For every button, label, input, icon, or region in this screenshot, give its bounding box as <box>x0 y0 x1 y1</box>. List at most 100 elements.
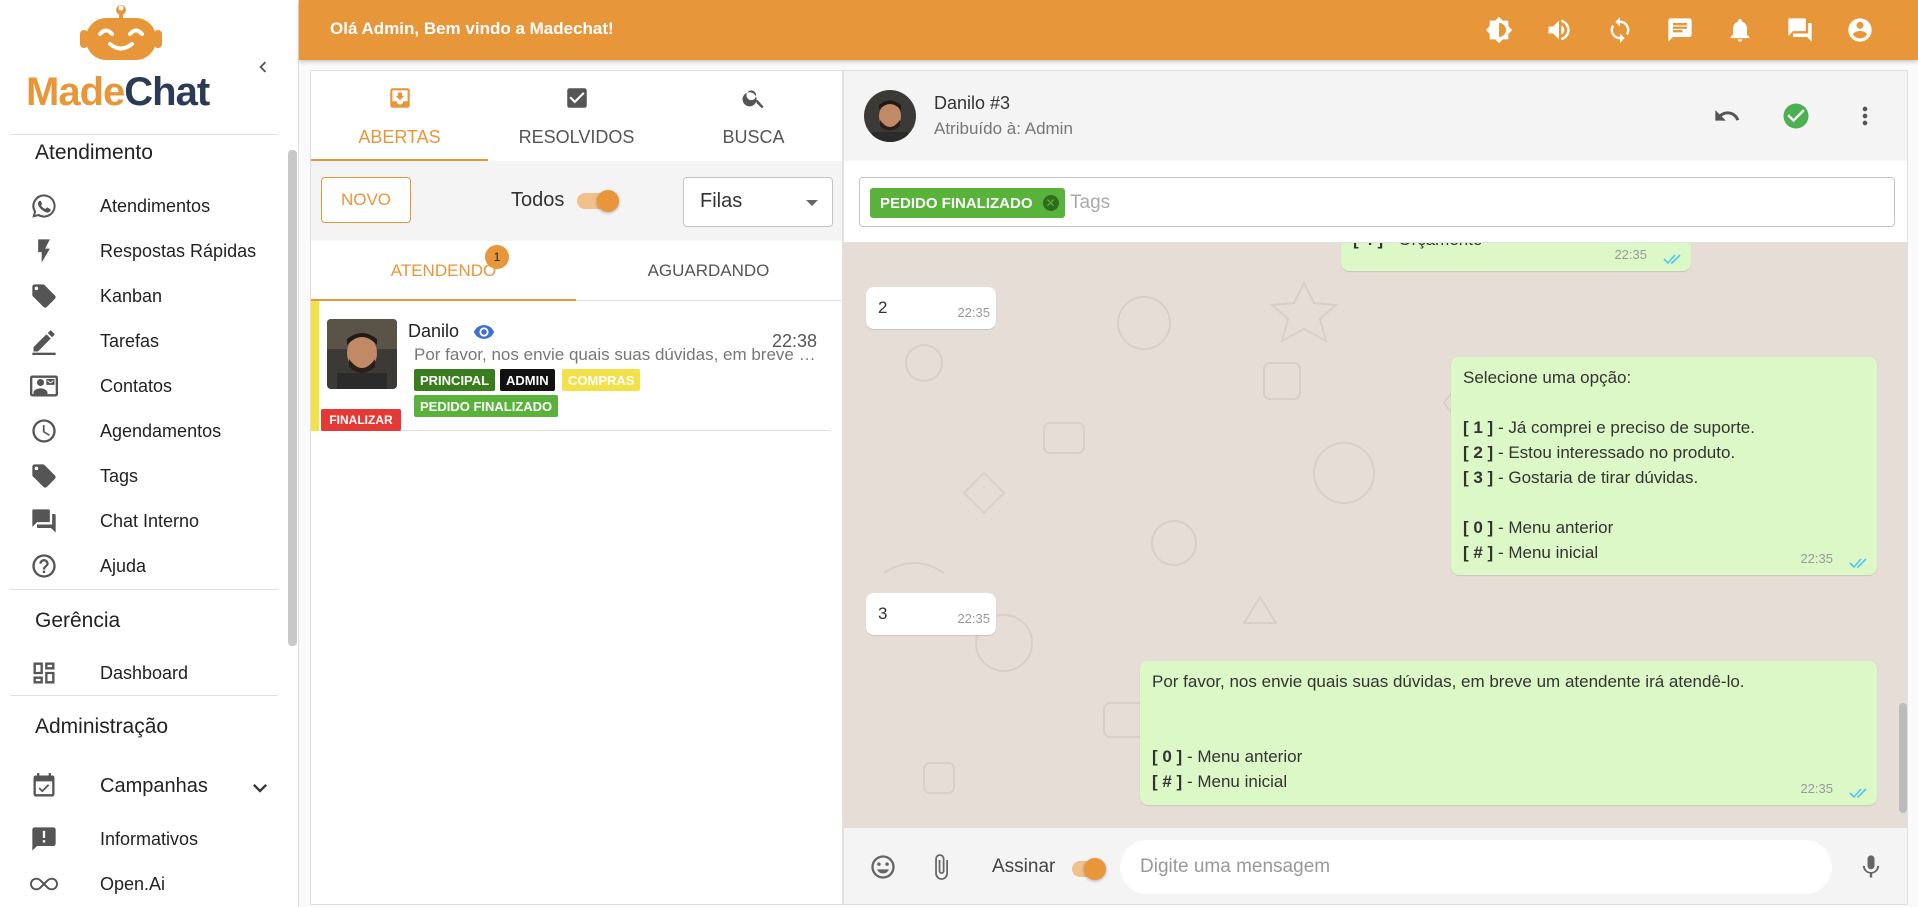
sidebar-item-openai[interactable]: Open.Ai <box>20 864 282 904</box>
sound-button[interactable] <box>1543 14 1575 46</box>
tags-input[interactable]: PEDIDO FINALIZADO ✕ Tags <box>859 177 1895 227</box>
brand-name: MadeChat <box>26 70 210 115</box>
sidebar-item-label: Respostas Rápidas <box>100 240 257 261</box>
message-outgoing: [ 4 ] - Orçamento 22:35 <box>1341 243 1691 271</box>
refresh-button[interactable] <box>1604 14 1636 46</box>
divider <box>10 134 278 135</box>
message-text <box>1463 490 1865 515</box>
brand-chat: Chat <box>124 70 210 114</box>
message-outgoing: Selecione uma opção: [ 1 ] - Já comprei … <box>1451 357 1877 575</box>
internal-chat-button[interactable] <box>1784 14 1816 46</box>
tickets-tabs: ABERTAS RESOLVIDOS BUSCA <box>311 71 842 161</box>
finalize-ticket-button[interactable]: FINALIZAR <box>321 409 401 431</box>
more-options-button[interactable] <box>1848 99 1882 133</box>
sidebar-item-label: Open.Ai <box>100 873 166 894</box>
more-vertical-icon <box>1862 106 1868 126</box>
message-input[interactable] <box>1120 840 1832 894</box>
resolve-ticket-button[interactable] <box>1779 99 1813 133</box>
sidebar-item-atendimentos[interactable]: Atendimentos <box>20 186 282 226</box>
sidebar-item-tags[interactable]: Tags <box>20 456 282 496</box>
sidebar-item-agendamentos[interactable]: Agendamentos <box>20 411 282 451</box>
sidebar-item-informativos[interactable]: Informativos <box>20 819 282 859</box>
emoji-icon <box>871 855 895 879</box>
message-text: Por favor, nos envie quais suas dúvidas,… <box>1152 672 1745 691</box>
microphone-icon <box>1862 855 1880 878</box>
chat-scrollbar[interactable] <box>1899 703 1907 813</box>
sidebar-item-label: Informativos <box>100 828 199 849</box>
double-check-icon <box>1849 558 1867 569</box>
notifications-button[interactable] <box>1724 14 1756 46</box>
eye-icon[interactable] <box>471 321 497 343</box>
sidebar-item-tarefas[interactable]: Tarefas <box>20 321 282 361</box>
tickets-panel: ABERTAS RESOLVIDOS BUSCA NOVO Todos Fila… <box>310 70 843 905</box>
record-audio-button[interactable] <box>1856 852 1886 882</box>
sidebar-item-chat-interno[interactable]: Chat Interno <box>20 501 282 541</box>
account-circle-icon <box>1848 18 1872 42</box>
tab-abertas[interactable]: ABERTAS <box>311 71 488 161</box>
sidebar-item-label: Chat Interno <box>100 510 200 531</box>
sidebar-item-kanban[interactable]: Kanban <box>20 276 282 316</box>
tab-atendendo[interactable]: ATENDENDO 1 <box>311 241 576 301</box>
new-ticket-button[interactable]: NOVO <box>321 177 411 223</box>
queue-select[interactable]: Filas <box>683 177 833 227</box>
tag-chip: ADMIN <box>500 369 555 391</box>
sidebar-item-label: Tags <box>100 465 139 486</box>
tab-aguardando[interactable]: AGUARDANDO <box>576 241 841 301</box>
dashboard-icon <box>24 653 64 693</box>
sidebar: MadeChat Atendimento Atendimentos Respos… <box>0 0 299 907</box>
sidebar-scrollbar[interactable] <box>288 150 297 646</box>
chevron-down-icon <box>253 784 267 793</box>
toggle-knob <box>597 190 619 212</box>
brightness-icon <box>1485 16 1513 44</box>
sidebar-item-label: Dashboard <box>100 662 189 683</box>
message-text: [ 0 ] - Menu anterior <box>1152 747 1303 766</box>
message-text: Selecione uma opção: <box>1463 368 1632 387</box>
message-list[interactable]: [ 4 ] - Orçamento 22:35 2 22:35 Selecion… <box>844 243 1907 828</box>
attach-button[interactable] <box>926 852 956 882</box>
tab-busca[interactable]: BUSCA <box>665 71 842 161</box>
option-marker: [ # ] <box>1152 772 1183 791</box>
chevron-left-icon <box>259 61 267 73</box>
emoji-button[interactable] <box>868 852 898 882</box>
theme-toggle-button[interactable] <box>1483 14 1515 46</box>
count-badge: 1 <box>485 245 509 269</box>
flash-icon <box>24 231 64 271</box>
tab-label: RESOLVIDOS <box>518 127 635 147</box>
sidebar-item-dashboard[interactable]: Dashboard <box>20 653 282 693</box>
queue-select-value: Filas <box>700 190 743 212</box>
sidebar-item-contatos[interactable]: Contatos <box>20 366 282 406</box>
account-button[interactable] <box>1844 14 1876 46</box>
section-title-atendimento: Atendimento <box>35 141 153 164</box>
ticket-item[interactable]: Danilo 22:38 Por favor, nos envie quais … <box>311 301 831 431</box>
remove-tag-icon[interactable]: ✕ <box>1042 195 1059 211</box>
sidebar-item-label: Agendamentos <box>100 420 222 441</box>
assigned-to: Atribuído à: Admin <box>934 119 1073 138</box>
dropdown-arrow-icon <box>806 200 818 206</box>
sidebar-item-respostas-rapidas[interactable]: Respostas Rápidas <box>20 231 282 271</box>
sidebar-item-label: Campanhas <box>100 774 208 797</box>
chat-icon <box>1668 18 1692 42</box>
option-marker: [ 3 ] <box>1463 468 1494 487</box>
chat-panel: Danilo #3 Atribuído à: Admin PEDIDO FINA… <box>843 70 1908 905</box>
message-composer: Assinar <box>844 828 1907 904</box>
volume-icon <box>1548 19 1570 41</box>
quick-messages-button[interactable] <box>1664 14 1696 46</box>
message-text: [ 3 ] - Gostaria de tirar dúvidas. <box>1463 468 1699 487</box>
message-text <box>1463 390 1865 415</box>
show-all-toggle[interactable] <box>577 190 619 212</box>
option-marker: [ 0 ] <box>1463 518 1494 537</box>
sign-message-toggle[interactable] <box>1072 858 1106 880</box>
tab-resolvidos[interactable]: RESOLVIDOS <box>488 71 665 161</box>
check-circle-icon <box>1783 103 1809 129</box>
sidebar-item-ajuda[interactable]: Ajuda <box>20 546 282 586</box>
infinity-icon <box>24 864 64 904</box>
collapse-sidebar-button[interactable] <box>252 56 274 78</box>
ticket-tags-bar: PEDIDO FINALIZADO ✕ Tags <box>844 161 1907 243</box>
help-icon <box>24 546 64 586</box>
return-ticket-button[interactable] <box>1710 99 1744 133</box>
sidebar-item-campanhas[interactable]: Campanhas <box>20 766 282 806</box>
avatar <box>327 319 397 389</box>
avatar[interactable] <box>864 90 916 142</box>
filter-toolbar: NOVO Todos Filas <box>311 161 842 241</box>
divider <box>10 695 278 696</box>
